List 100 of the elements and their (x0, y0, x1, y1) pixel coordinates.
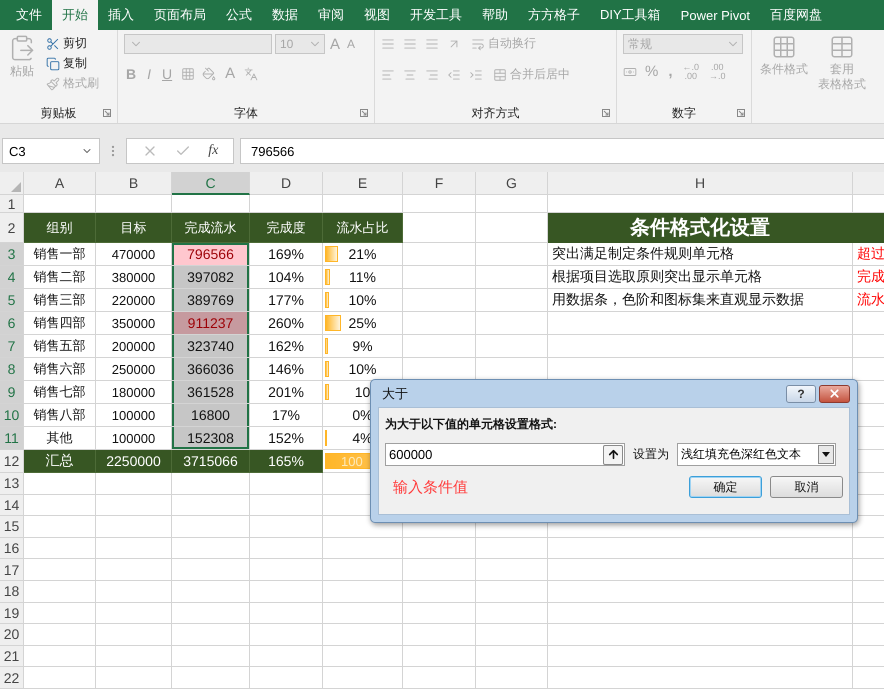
table-cell[interactable]: 397082 (172, 266, 250, 289)
cancel-button[interactable]: 取消 (770, 476, 843, 498)
row-header[interactable]: 11 (0, 427, 24, 450)
table-cell[interactable]: 323740 (172, 335, 250, 358)
row-header[interactable]: 9 (0, 381, 24, 404)
ribbon-tab[interactable]: 数据 (262, 0, 308, 30)
ribbon-tab[interactable]: Power Pivot (670, 0, 760, 30)
indent-icon[interactable] (469, 68, 483, 82)
ribbon-tab[interactable]: 页面布局 (144, 0, 216, 30)
column-header[interactable]: A (24, 172, 96, 195)
dialog-launcher-icon[interactable] (360, 109, 368, 117)
ribbon-tab[interactable]: 审阅 (308, 0, 354, 30)
table-cell[interactable]: 389769 (172, 289, 250, 312)
table-cell[interactable]: 911237 (172, 312, 250, 335)
column-header[interactable]: F (403, 172, 476, 195)
row-header[interactable]: 15 (0, 516, 24, 538)
column-header[interactable]: C (172, 172, 250, 195)
phonetic-icon[interactable] (244, 66, 258, 80)
group-title: 剪贴板 (40, 104, 76, 122)
table-cell: 销售四部 (24, 312, 96, 335)
collapse-button[interactable] (603, 444, 623, 464)
row-header[interactable]: 17 (0, 559, 24, 581)
select-all-icon[interactable] (11, 182, 21, 192)
dialog-launcher-icon[interactable] (103, 109, 111, 117)
group-title: 数字 (672, 104, 696, 122)
align-lines-icon[interactable] (425, 36, 439, 50)
table-cell: 350000 (96, 312, 172, 335)
row-header[interactable]: 6 (0, 312, 24, 335)
dialog-launcher-icon[interactable] (737, 109, 745, 117)
column-header[interactable]: D (250, 172, 323, 195)
row-header[interactable]: 20 (0, 624, 24, 646)
formula-input[interactable]: 796566 (240, 138, 884, 164)
table-cell[interactable]: 152308 (172, 427, 250, 450)
row-header[interactable]: 12 (0, 450, 24, 473)
table-cell[interactable]: 361528 (172, 381, 250, 404)
table-cell[interactable]: 366036 (172, 358, 250, 381)
ribbon-tab[interactable]: 插入 (98, 0, 144, 30)
align-lines-icon[interactable] (403, 36, 417, 50)
table-cell[interactable]: 796566 (172, 243, 250, 266)
clipboard-action[interactable]: 复制 (44, 54, 89, 73)
ribbon-tab[interactable]: 方方格子 (518, 0, 590, 30)
ribbon-tab[interactable]: DIY工具箱 (590, 0, 671, 30)
row-header[interactable]: 21 (0, 646, 24, 668)
table-cell: 25% (323, 312, 403, 335)
row-header[interactable]: 14 (0, 494, 24, 516)
font-name-field[interactable] (124, 34, 272, 54)
table-cell: 260% (250, 312, 323, 335)
help-button[interactable]: ? (786, 384, 816, 402)
title-band (853, 213, 884, 243)
close-button[interactable] (819, 384, 850, 402)
ribbon-tab[interactable]: 视图 (354, 0, 400, 30)
paintbrush-icon (46, 76, 60, 90)
ok-button[interactable]: 确定 (689, 476, 762, 498)
table-cell[interactable]: 16800 (172, 404, 250, 427)
dialog-launcher-icon[interactable] (602, 109, 610, 117)
column-header[interactable]: B (96, 172, 172, 195)
ribbon-tab[interactable]: 公式 (216, 0, 262, 30)
group-title: 字体 (234, 104, 258, 122)
outdent-icon[interactable] (447, 68, 461, 82)
row-header[interactable]: 1 (0, 195, 24, 213)
row-header[interactable]: 7 (0, 335, 24, 358)
align-center-icon[interactable] (403, 68, 417, 82)
paint-bucket-icon[interactable] (202, 66, 216, 80)
table-cell: 11% (323, 266, 403, 289)
clipboard-action[interactable]: 剪切 (44, 34, 89, 53)
align-lines-icon[interactable] (381, 36, 395, 50)
ribbon-tab[interactable]: 百度网盘 (760, 0, 832, 30)
row-header[interactable]: 19 (0, 602, 24, 624)
table-cell: 162% (250, 335, 323, 358)
column-header[interactable]: G (476, 172, 548, 195)
format-select[interactable]: 浅红填充色深红色文本 (677, 443, 836, 466)
column-header[interactable]: E (323, 172, 403, 195)
align-left-icon[interactable] (381, 68, 395, 82)
row-header[interactable]: 16 (0, 538, 24, 560)
row-header[interactable]: 4 (0, 266, 24, 289)
row-header[interactable]: 5 (0, 289, 24, 312)
row-header[interactable]: 3 (0, 243, 24, 266)
table-cell: 销售六部 (24, 358, 96, 381)
total-cell: 2250000 (96, 450, 172, 473)
value-input-field[interactable]: 600000 (385, 443, 625, 466)
column-header[interactable]: H (548, 172, 853, 195)
ribbon-tab[interactable]: 帮助 (472, 0, 518, 30)
name-box[interactable]: C3 (2, 138, 100, 164)
row-header[interactable]: 2 (0, 213, 24, 243)
row-header[interactable]: 10 (0, 404, 24, 427)
row-header[interactable]: 22 (0, 667, 24, 689)
ribbon-tab[interactable]: 开发工具 (400, 0, 472, 30)
row-header[interactable]: 18 (0, 580, 24, 603)
align-right-icon[interactable] (425, 68, 439, 82)
border-icon[interactable] (181, 66, 196, 80)
table-cell: 100000 (96, 404, 172, 427)
column-header[interactable] (853, 172, 884, 195)
ribbon-tab[interactable]: 文件 (6, 0, 52, 30)
row-header[interactable]: 13 (0, 473, 24, 495)
insert-function-button[interactable]: fx (208, 143, 218, 159)
column-heading: 流水占比 (323, 213, 403, 243)
row-header[interactable]: 8 (0, 358, 24, 381)
table-cell: 104% (250, 266, 323, 289)
ribbon-tab[interactable]: 开始 (52, 0, 98, 30)
table-cell: 177% (250, 289, 323, 312)
